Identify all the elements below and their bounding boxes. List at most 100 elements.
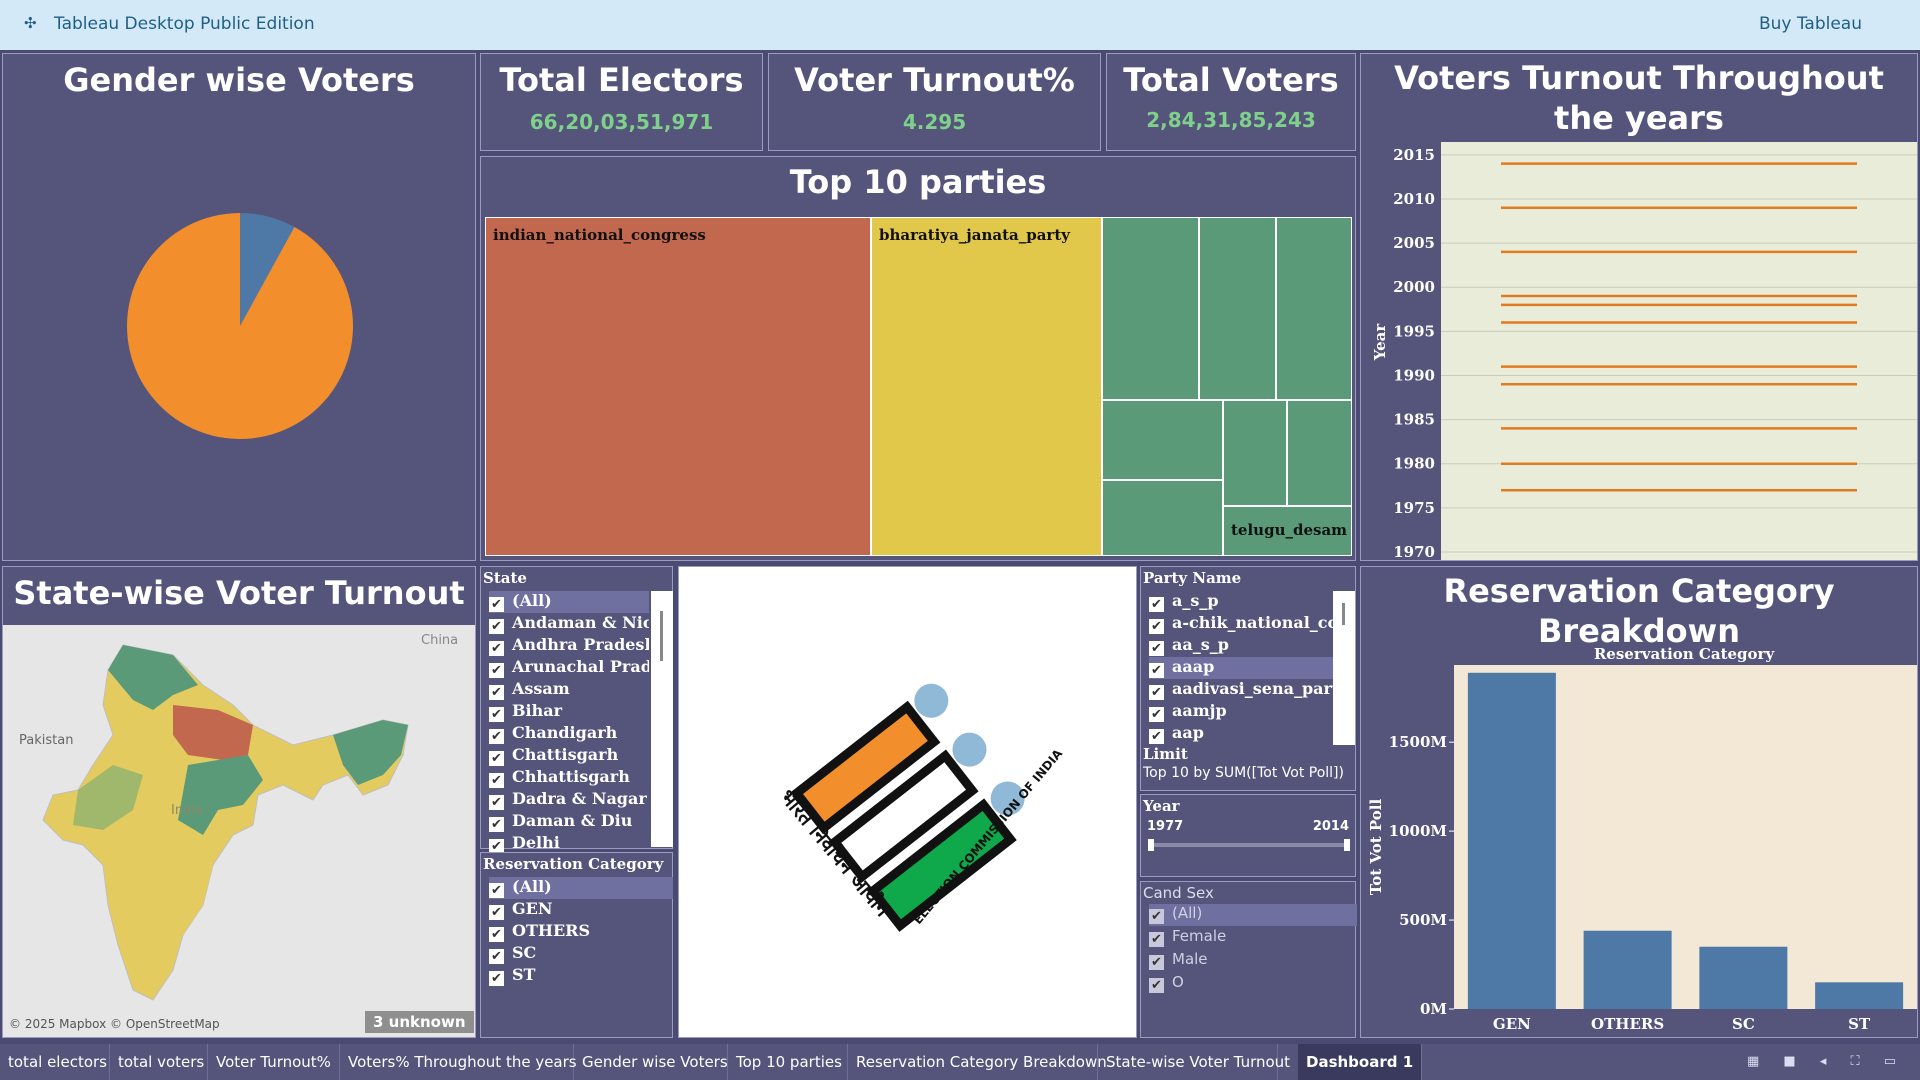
state-item-label: Arunachal Prad... <box>512 657 649 676</box>
checkbox-checked-icon[interactable]: ✔ <box>1149 641 1164 656</box>
checkbox-checked-icon[interactable]: ✔ <box>489 817 504 832</box>
total-voters-value: 2,84,31,85,243 <box>1146 108 1316 132</box>
checkbox-checked-icon[interactable]: ✔ <box>489 729 504 744</box>
reservation-item[interactable]: ✔ ST <box>489 965 673 987</box>
cand-sex-item[interactable]: ✔ (All) <box>1149 904 1357 926</box>
checkbox-checked-icon[interactable]: ✔ <box>489 949 504 964</box>
year-slider-end-handle[interactable] <box>1344 839 1350 851</box>
sheet-tab[interactable]: Gender wise Voters <box>574 1044 728 1080</box>
checkbox-checked-icon[interactable]: ✔ <box>489 641 504 656</box>
party-filter-scrollbar[interactable] <box>1333 591 1355 745</box>
sheet-tab[interactable]: total electors <box>0 1044 110 1080</box>
top-parties-title: Top 10 parties <box>789 163 1047 201</box>
state-item[interactable]: ✔ Dadra & Nagar ... <box>489 789 649 811</box>
treemap-cell-party-7[interactable] <box>1102 480 1223 556</box>
state-filter-scrollbar[interactable] <box>651 591 673 847</box>
checkbox-checked-icon[interactable]: ✔ <box>489 663 504 678</box>
buy-tableau-link[interactable]: Buy Tableau <box>1759 14 1862 34</box>
unknown-badge[interactable]: 3 unknown <box>365 1011 474 1033</box>
checkbox-checked-icon[interactable]: ✔ <box>1149 955 1164 970</box>
checkbox-checked-icon[interactable]: ✔ <box>489 971 504 986</box>
total-voters-title: Total Voters <box>1123 61 1339 99</box>
checkbox-checked-icon[interactable]: ✔ <box>489 751 504 766</box>
checkbox-checked-icon[interactable]: ✔ <box>1149 663 1164 678</box>
state-item[interactable]: ✔ Assam <box>489 679 649 701</box>
state-item[interactable]: ✔ Daman & Diu <box>489 811 649 833</box>
sheet-tab[interactable]: Voters% Throughout the years <box>340 1044 577 1080</box>
sheet-tab[interactable]: Reservation Category Breakdown <box>848 1044 1107 1080</box>
checkbox-checked-icon[interactable]: ✔ <box>489 795 504 810</box>
cand-sex-label: Cand Sex <box>1143 884 1214 902</box>
year-slider-track[interactable] <box>1148 839 1350 851</box>
years-line-chart[interactable]: 2015 2010 2005 2000 1995 1990 1985 1980 1975 1970… <box>1361 142 1919 562</box>
party-item[interactable]: ✔ aap <box>1149 723 1333 745</box>
bar-sc[interactable] <box>1699 946 1788 1009</box>
party-item[interactable]: ✔ a-chik_national_co... <box>1149 613 1333 635</box>
map-canvas[interactable]: China Pakistan India © 2025 Mapbox © Ope… <box>3 625 475 1037</box>
checkbox-checked-icon[interactable]: ✔ <box>489 619 504 634</box>
reservation-bar-chart[interactable]: Reservation Category 0M 500M 1000M 1500M GE… <box>1361 647 1919 1037</box>
india-map[interactable] <box>3 625 475 1037</box>
state-item[interactable]: ✔ Andhra Pradesh <box>489 635 649 657</box>
checkbox-checked-icon[interactable]: ✔ <box>1149 909 1164 924</box>
checkbox-checked-icon[interactable]: ✔ <box>489 883 504 898</box>
checkbox-checked-icon[interactable]: ✔ <box>1149 685 1164 700</box>
bar-st[interactable] <box>1815 982 1904 1009</box>
state-item[interactable]: ✔ (All) <box>489 591 649 613</box>
sheet-tab[interactable]: total voters <box>110 1044 208 1080</box>
treemap-cell-party-8[interactable] <box>1223 400 1287 506</box>
cand-sex-item[interactable]: ✔ Male <box>1149 950 1357 972</box>
treemap-cell-party-5[interactable] <box>1276 217 1352 400</box>
treemap-cell-party-6[interactable] <box>1102 400 1223 480</box>
reservation-item[interactable]: ✔ OTHERS <box>489 921 673 943</box>
checkbox-checked-icon[interactable]: ✔ <box>1149 707 1164 722</box>
treemap-cell-bharatiya-janata-party[interactable]: bharatiya_janata_party <box>871 217 1102 556</box>
y-tick-label: 2000 <box>1393 278 1435 296</box>
checkbox-checked-icon[interactable]: ✔ <box>489 927 504 942</box>
y-tick-label: 1985 <box>1393 411 1435 429</box>
state-item[interactable]: ✔ Arunachal Prad... <box>489 657 649 679</box>
state-item[interactable]: ✔ Bihar <box>489 701 649 723</box>
checkbox-checked-icon[interactable]: ✔ <box>1149 932 1164 947</box>
state-item[interactable]: ✔ Chhattisgarh <box>489 767 649 789</box>
treemap-cell-telugu-desam[interactable]: telugu_desam <box>1223 506 1352 556</box>
party-item[interactable]: ✔ aaap <box>1149 657 1333 679</box>
checkbox-checked-icon[interactable]: ✔ <box>1149 729 1164 744</box>
party-item[interactable]: ✔ aadivasi_sena_party <box>1149 679 1333 701</box>
treemap-cell-party-3[interactable] <box>1102 217 1199 400</box>
party-item[interactable]: ✔ aa_s_p <box>1149 635 1333 657</box>
sheet-tab[interactable]: Voter Turnout% <box>208 1044 340 1080</box>
sheet-tab[interactable]: Dashboard 1 <box>1298 1044 1422 1080</box>
party-item[interactable]: ✔ aamjp <box>1149 701 1333 723</box>
cand-sex-item-label: Female <box>1172 927 1227 945</box>
bar-gen[interactable] <box>1467 672 1556 1009</box>
checkbox-checked-icon[interactable]: ✔ <box>1149 978 1164 993</box>
treemap-cell-party-4[interactable] <box>1199 217 1276 400</box>
sheet-tab[interactable]: State-wise Voter Turnout <box>1098 1044 1290 1080</box>
view-controls-icon[interactable]: ▦ ■ ◂ ⛶ ▭ <box>1747 1054 1906 1069</box>
checkbox-checked-icon[interactable]: ✔ <box>489 707 504 722</box>
cand-sex-item[interactable]: ✔ O <box>1149 973 1357 995</box>
reservation-item[interactable]: ✔ (All) <box>489 877 673 899</box>
checkbox-checked-icon[interactable]: ✔ <box>489 685 504 700</box>
treemap-cell-party-9[interactable] <box>1287 400 1352 506</box>
cand-sex-item[interactable]: ✔ Female <box>1149 927 1357 949</box>
party-item[interactable]: ✔ a_s_p <box>1149 591 1333 613</box>
state-item[interactable]: ✔ Andaman & Nic... <box>489 613 649 635</box>
pie-slice-male[interactable] <box>126 213 353 439</box>
state-item[interactable]: ✔ Chattisgarh <box>489 745 649 767</box>
gender-pie-chart[interactable] <box>3 134 477 534</box>
year-slider-start-handle[interactable] <box>1148 839 1154 851</box>
checkbox-checked-icon[interactable]: ✔ <box>489 597 504 612</box>
sheet-tab[interactable]: Top 10 parties <box>728 1044 848 1080</box>
reservation-item[interactable]: ✔ SC <box>489 943 673 965</box>
checkbox-checked-icon[interactable]: ✔ <box>489 773 504 788</box>
treemap-cell-indian-national-congress[interactable]: indian_national_congress <box>485 217 871 556</box>
bar-others[interactable] <box>1583 930 1672 1009</box>
reservation-item[interactable]: ✔ GEN <box>489 899 673 921</box>
checkbox-checked-icon[interactable]: ✔ <box>1149 597 1164 612</box>
checkbox-checked-icon[interactable]: ✔ <box>489 905 504 920</box>
checkbox-checked-icon[interactable]: ✔ <box>1149 619 1164 634</box>
state-item-label: Dadra & Nagar ... <box>512 789 649 808</box>
state-item[interactable]: ✔ Chandigarh <box>489 723 649 745</box>
